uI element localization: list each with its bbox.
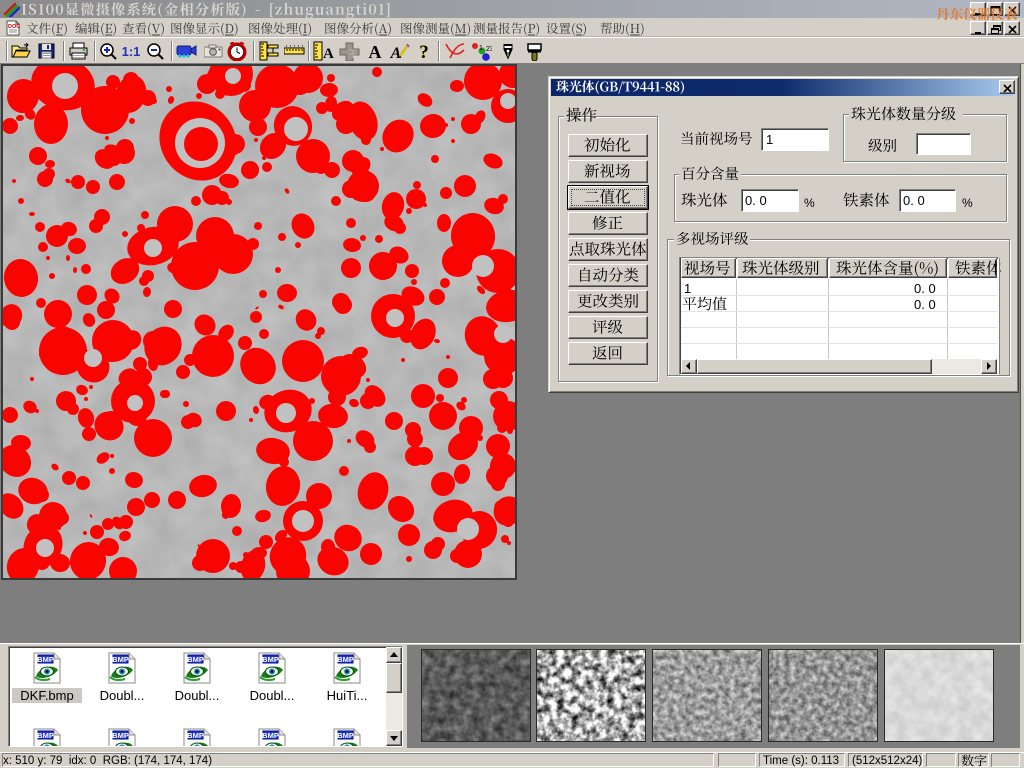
svg-text:BMP: BMP bbox=[112, 655, 129, 664]
svg-text:1:1: 1:1 bbox=[122, 44, 140, 59]
svg-text:A: A bbox=[323, 46, 334, 61]
svg-text:BMP: BMP bbox=[187, 655, 204, 664]
svg-text:A: A bbox=[369, 42, 382, 60]
svg-text:BMP: BMP bbox=[187, 731, 204, 740]
svg-text:BMP: BMP bbox=[37, 731, 54, 740]
svg-text:BMP: BMP bbox=[262, 731, 279, 740]
svg-text:?: ? bbox=[419, 42, 429, 60]
svg-text:BMP: BMP bbox=[112, 731, 129, 740]
svg-text:1: 1 bbox=[479, 45, 483, 52]
svg-text:BMP: BMP bbox=[337, 731, 354, 740]
svg-text:BMP: BMP bbox=[37, 655, 54, 664]
svg-text:BMP: BMP bbox=[337, 655, 354, 664]
svg-text:23: 23 bbox=[486, 46, 492, 53]
svg-text:BMP: BMP bbox=[262, 655, 279, 664]
svg-text:DOC: DOC bbox=[8, 24, 20, 30]
